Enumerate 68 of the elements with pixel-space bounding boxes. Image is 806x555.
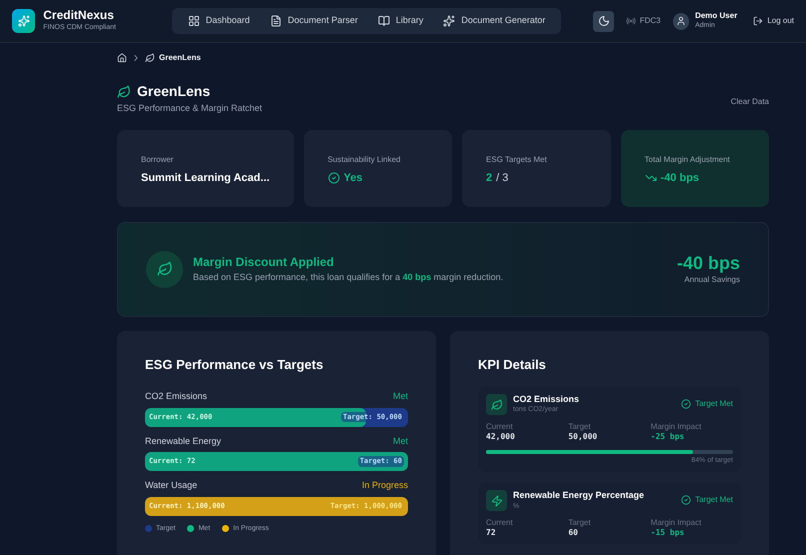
stat-label: ESG Targets Met: [486, 154, 548, 166]
metric-status: In Progress: [362, 479, 408, 492]
kpi-field-value: -25 bps: [650, 432, 686, 442]
kpi-field-value: 50,000: [568, 432, 598, 442]
nav-tab[interactable]: Library: [370, 10, 432, 32]
nav-tab[interactable]: Document Generator: [435, 10, 554, 32]
nav-icon: [443, 15, 456, 27]
user-name: Demo User: [695, 10, 738, 21]
fdc3-label: FDC3: [640, 15, 661, 27]
logout-button[interactable]: Log out: [753, 15, 794, 27]
leaf-icon: [117, 84, 131, 98]
moon-icon: [598, 15, 610, 27]
nav-tab[interactable]: Dashboard: [180, 10, 258, 32]
check-circle-icon: [681, 399, 692, 409]
stat-label: Sustainability Linked: [328, 154, 402, 166]
lightning-icon: [490, 494, 502, 507]
kpi-field-label: Target: [568, 518, 592, 528]
kpi-field-value: 72: [486, 528, 497, 538]
stat-value: Summit Learning Acad...: [141, 170, 270, 186]
kpi-field-label: Margin Impact: [650, 518, 702, 528]
metric-name: Water Usage: [145, 479, 198, 492]
metric-status: Met: [392, 434, 408, 448]
savings-amount: -40 bps: [676, 252, 740, 274]
stat-value: -40 bps: [660, 170, 700, 186]
leaf-icon: [145, 53, 155, 63]
user-icon: [676, 16, 686, 26]
broadcast-icon: [626, 16, 636, 26]
banner-title: Margin Discount Applied: [193, 254, 335, 272]
kpi-field-label: Current: [486, 518, 514, 528]
banner-text: Based on ESG performance, this loan qualifies for a 40 bps margin reduction.: [193, 271, 504, 284]
nav-icon: [188, 15, 200, 27]
stat-value: Yes: [344, 170, 363, 186]
savings-label: Annual Savings: [683, 274, 740, 286]
kpi-field-value: 42,000: [486, 432, 516, 442]
sparkle-icon: [18, 15, 30, 27]
metric-name: CO2 Emissions: [145, 390, 208, 403]
kpi-field-label: Current: [486, 422, 514, 432]
stat-total: / 3: [496, 170, 508, 186]
nav-tab[interactable]: Document Parser: [262, 10, 366, 32]
panel-title: KPI Details: [478, 356, 547, 374]
breadcrumb-current: GreenLens: [159, 52, 201, 64]
page-subtitle: ESG Performance & Margin Ratchet: [117, 102, 262, 115]
metric-name: Renewable Energy: [145, 434, 222, 448]
home-icon[interactable]: [117, 53, 127, 63]
panel-title: ESG Performance vs Targets: [145, 356, 324, 374]
kpi-name: Renewable Energy Percentage: [513, 490, 644, 502]
kpi-name: CO2 Emissions: [513, 394, 580, 406]
check-circle-icon: [681, 495, 692, 506]
kpi-status: Target Met: [695, 398, 733, 410]
kpi-field-label: Target: [568, 422, 592, 432]
clear-data-button[interactable]: Clear Data: [730, 96, 769, 108]
theme-toggle-button[interactable]: [593, 10, 614, 32]
stat-value: 2: [486, 170, 492, 186]
kpi-field-value: -15 bps: [650, 528, 686, 538]
page-title: GreenLens: [137, 82, 210, 101]
stat-label: Total Margin Adjustment: [644, 154, 731, 166]
stat-label: Borrower: [141, 154, 174, 166]
logout-icon: [753, 16, 764, 26]
metric-status: Met: [392, 390, 408, 403]
nav-icon: [378, 15, 390, 27]
leaf-icon: [156, 261, 172, 277]
leaf-icon: [490, 398, 502, 410]
app-name: CreditNexus: [43, 8, 115, 24]
kpi-field-value: 60: [568, 528, 579, 538]
check-circle-icon: [328, 172, 340, 184]
kpi-field-label: Margin Impact: [650, 422, 702, 432]
kpi-status: Target Met: [695, 494, 733, 506]
nav-icon: [270, 15, 282, 27]
